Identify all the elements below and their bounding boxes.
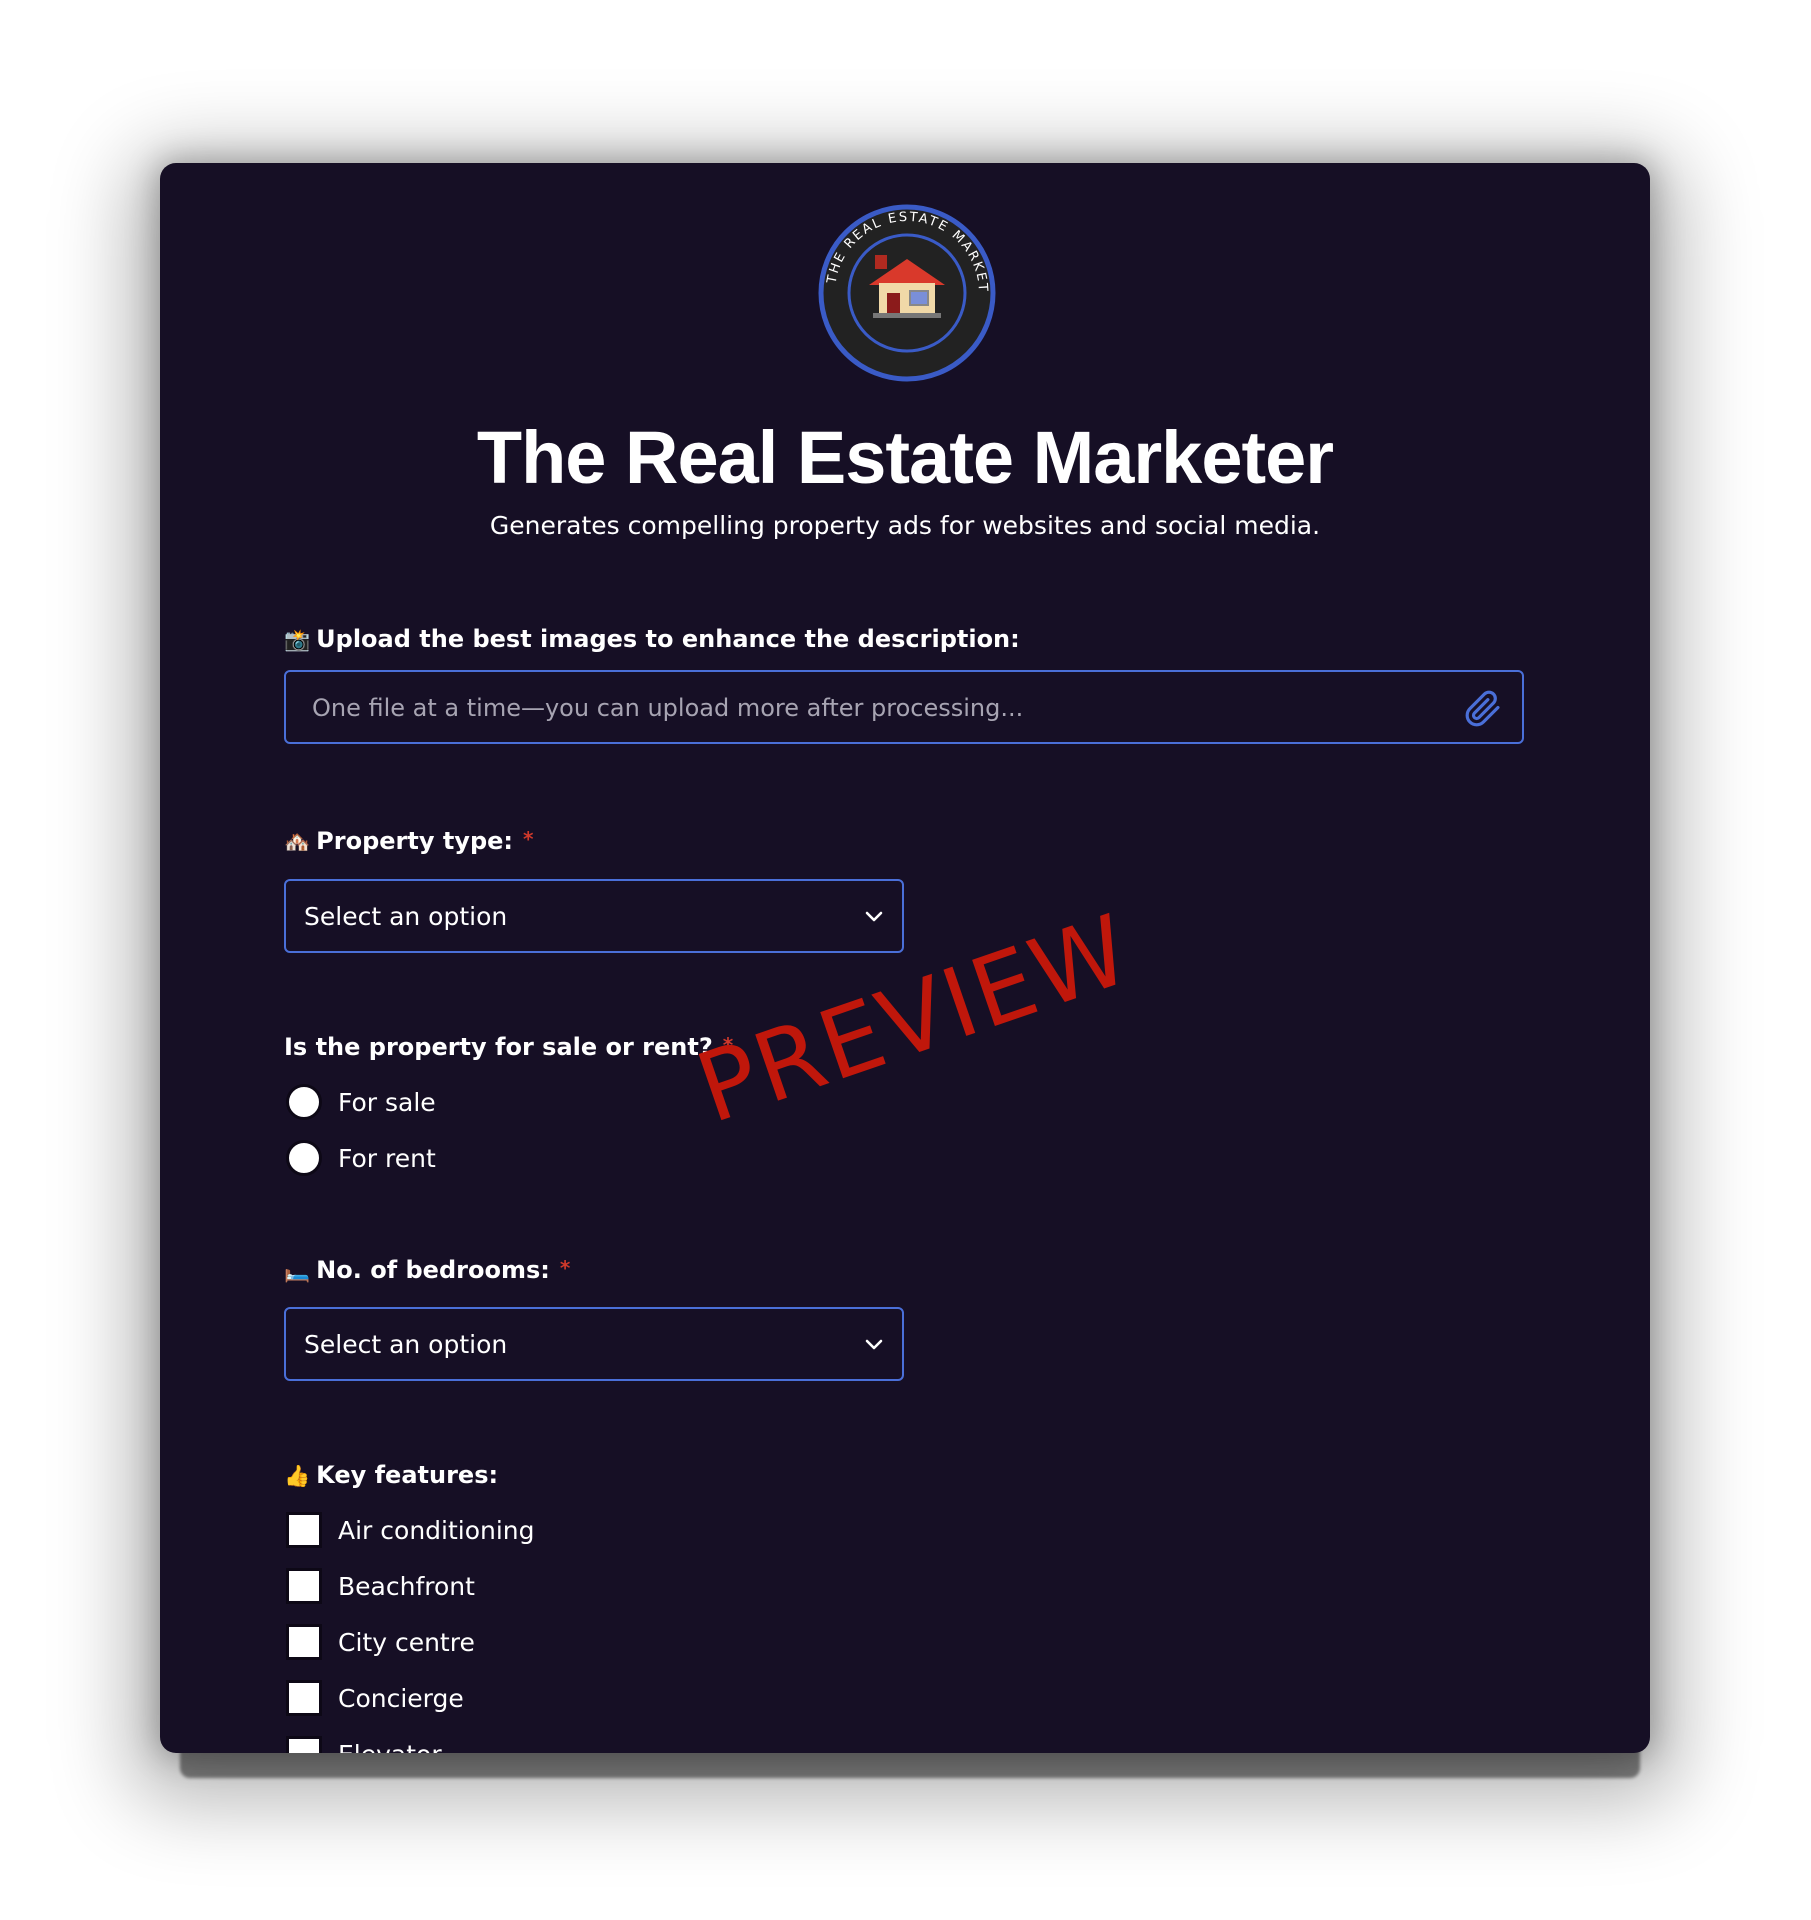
- property-type-value: Select an option: [304, 902, 508, 931]
- radio-for-rent[interactable]: For rent: [286, 1140, 436, 1176]
- property-type-label: 🏘️ Property type: *: [284, 827, 533, 855]
- camera-flash-icon: 📸: [284, 628, 311, 652]
- radio-button[interactable]: [286, 1084, 322, 1120]
- checkbox-label: Elevator: [338, 1740, 442, 1754]
- checkbox[interactable]: [286, 1624, 322, 1660]
- sale-or-rent-label-text: Is the property for sale or rent?: [284, 1033, 713, 1061]
- required-asterisk: *: [559, 1256, 571, 1280]
- checkbox-concierge[interactable]: Concierge: [286, 1680, 464, 1716]
- radio-button[interactable]: [286, 1140, 322, 1176]
- paperclip-icon[interactable]: [1464, 690, 1502, 728]
- page-title: The Real Estate Marketer: [476, 416, 1334, 499]
- checkbox-city-centre[interactable]: City centre: [286, 1624, 475, 1660]
- checkbox-label: Air conditioning: [338, 1515, 535, 1545]
- radio-label: For rent: [338, 1143, 436, 1173]
- required-asterisk: *: [523, 827, 534, 851]
- checkbox[interactable]: [286, 1512, 322, 1548]
- radio-label: For sale: [338, 1087, 436, 1117]
- bedrooms-value: Select an option: [304, 1330, 508, 1359]
- checkbox-label: Beachfront: [338, 1571, 475, 1601]
- bedrooms-label-text: No. of bedrooms:: [316, 1256, 550, 1284]
- checkbox-beachfront[interactable]: Beachfront: [286, 1568, 475, 1604]
- logo: THE REAL ESTATE MARKETER: [817, 203, 996, 382]
- page-subtitle: Generates compelling property ads for we…: [489, 511, 1321, 540]
- upload-placeholder: One file at a time—you can upload more a…: [312, 694, 1024, 722]
- houses-icon: 🏘️: [284, 830, 311, 854]
- key-features-label: 👍 Key features:: [284, 1461, 498, 1489]
- bedrooms-label: 🛏️ No. of bedrooms: *: [284, 1256, 570, 1284]
- upload-label-text: Upload the best images to enhance the de…: [316, 625, 1020, 653]
- sale-or-rent-label: Is the property for sale or rent? *: [284, 1033, 733, 1061]
- bed-icon: 🛏️: [284, 1259, 311, 1283]
- property-type-select[interactable]: Select an option: [284, 879, 904, 953]
- form-card: THE REAL ESTATE MARKETER The Real Estate…: [160, 163, 1650, 1753]
- thumbs-up-icon: 👍: [284, 1464, 311, 1488]
- file-upload-input[interactable]: One file at a time—you can upload more a…: [284, 670, 1524, 744]
- chevron-down-icon: [865, 911, 883, 922]
- checkbox[interactable]: [286, 1680, 322, 1716]
- checkbox-label: City centre: [338, 1627, 475, 1657]
- chevron-down-icon: [865, 1339, 883, 1350]
- checkbox-label: Concierge: [338, 1683, 464, 1713]
- property-type-label-text: Property type:: [316, 827, 514, 855]
- key-features-label-text: Key features:: [316, 1461, 499, 1489]
- checkbox-air-conditioning[interactable]: Air conditioning: [286, 1512, 535, 1548]
- checkbox[interactable]: [286, 1568, 322, 1604]
- radio-for-sale[interactable]: For sale: [286, 1084, 436, 1120]
- checkbox-elevator[interactable]: Elevator: [286, 1736, 442, 1753]
- checkbox[interactable]: [286, 1736, 322, 1753]
- bedrooms-select[interactable]: Select an option: [284, 1307, 904, 1381]
- upload-label: 📸 Upload the best images to enhance the d…: [284, 625, 1020, 653]
